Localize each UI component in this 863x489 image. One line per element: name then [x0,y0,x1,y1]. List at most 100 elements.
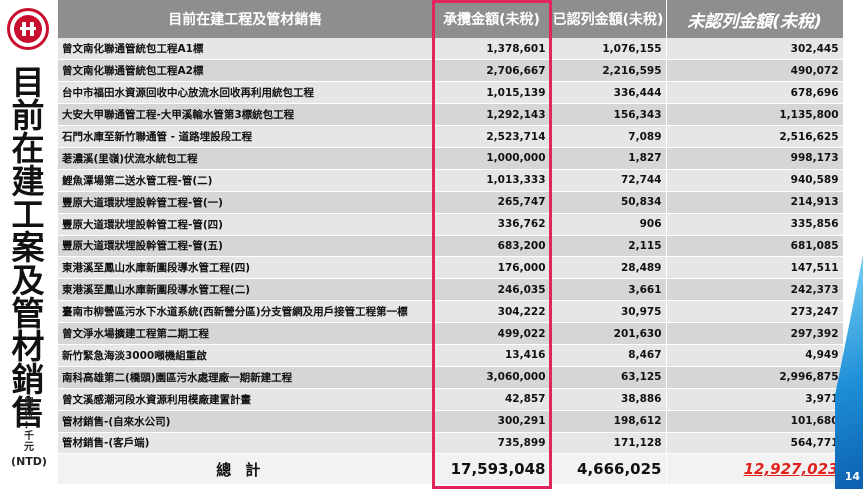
unrecognized-amount-cell: 242,373 [666,278,844,302]
table-row: 東港溪至鳳山水庫新圍段導水管工程(四) 176,000 28,489 147,511 [58,256,844,280]
recognized-amount-cell: 38,886 [550,388,667,411]
project-name-cell: 大安大甲聯通管工程-大甲溪輸水管第3標統包工程 [58,103,434,127]
contract-amount-cell: 246,035 [433,278,551,302]
project-name-cell: 曾文南化聯通管統包工程A1標 [58,38,434,61]
unrecognized-amount-cell: 490,072 [666,59,844,83]
recognized-amount-cell: 336,444 [550,81,667,105]
recognized-amount-cell: 30,975 [550,300,667,324]
contract-amount-cell: 735,899 [433,432,551,455]
page-number: 14 [844,470,860,483]
unit-char: 元 [24,442,34,453]
unrecognized-amount-cell: 2,516,625 [666,125,844,148]
contract-amount-cell: 13,416 [433,344,551,367]
recognized-amount-cell: 906 [550,213,667,236]
recognized-amount-cell: 28,489 [550,256,667,280]
contract-amount-cell: 2,706,667 [433,59,551,83]
table-row: 鯉魚潭場第二送水管工程-管(二) 1,013,333 72,744 940,589 [58,169,844,192]
recognized-amount-cell: 63,125 [550,366,667,389]
table-row: 曾文南化聯通管統包工程A2標 2,706,667 2,216,595 490,072 [58,59,844,83]
unit-label: 單位：千元 (NTD) [8,398,50,467]
title-char: 目 [11,63,45,102]
unrecognized-amount-cell: 273,247 [666,300,844,324]
table-row: 臺南市柳營區污水下水道系統(西新營分區)分支管網及用戶接管工程第一標 304,22… [58,300,844,324]
project-name-cell: 石門水庫至新竹聯通管 - 道路埋設段工程 [58,125,434,148]
unit-char: ： [24,420,34,431]
unit-char: 單 [24,398,34,409]
total-contract: 17,593,048 [433,453,551,486]
title-char: 材 [11,327,45,366]
contract-amount-cell: 42,857 [433,388,551,411]
header-project-name: 目前在建工程及管材銷售 [58,0,434,38]
unrecognized-amount-cell: 297,392 [666,322,844,345]
table-row: 曾文南化聯通管統包工程A1標 1,378,601 1,076,155 302,445 [58,38,844,61]
contract-amount-cell: 304,222 [433,300,551,324]
contract-amount-cell: 2,523,714 [433,125,551,148]
logo-mark-icon [14,15,42,43]
recognized-amount-cell: 7,089 [550,125,667,148]
title-char: 工 [11,195,45,234]
title-char: 案 [11,228,45,267]
table-row: 東港溪至鳳山水庫新圍段導水管工程(二) 246,035 3,661 242,373 [58,278,844,302]
unrecognized-amount-cell: 147,511 [666,256,844,280]
table-row: 新竹緊急海淡3000噸機組重啟 13,416 8,467 4,949 [58,344,844,367]
contract-amount-cell: 1,292,143 [433,103,551,127]
title-char: 在 [11,129,45,168]
recognized-amount-cell: 156,343 [550,103,667,127]
unrecognized-amount-cell: 101,680 [666,410,844,433]
project-name-cell: 南科高雄第二(橋頭)園區污水處理廠一期新建工程 [58,366,434,389]
projects-table-wrap: 目前在建工程及管材銷售 承攬金額(未稅) 已認列金額(未稅) 未認列金額(未稅)… [58,0,844,486]
project-name-cell: 豐原大道環狀埋設幹管工程-管(四) [58,213,434,236]
recognized-amount-cell: 201,630 [550,322,667,345]
vertical-title: 目前在建工案及管材銷售 [6,66,50,429]
recognized-amount-cell: 1,827 [550,147,667,170]
table-row: 石門水庫至新竹聯通管 - 道路埋設段工程 2,523,714 7,089 2,516,… [58,125,844,148]
table-row: 豐原大道環狀埋設幹管工程-管(五) 683,200 2,115 681,085 [58,235,844,258]
header-unrecognized-amount: 未認列金額(未稅) [666,0,844,38]
unrecognized-amount-cell: 940,589 [666,169,844,192]
project-name-cell: 曾文南化聯通管統包工程A2標 [58,59,434,83]
title-char: 及 [11,261,45,300]
unit-char: 千 [24,431,34,442]
unrecognized-amount-cell: 302,445 [666,38,844,61]
project-name-cell: 台中市福田水資源回收中心放流水回收再利用統包工程 [58,81,434,105]
title-char: 前 [11,96,45,135]
unrecognized-amount-cell: 2,996,875 [666,366,844,389]
table-row: 豐原大道環狀埋設幹管工程-管(四) 336,762 906 335,856 [58,213,844,236]
unrecognized-amount-cell: 681,085 [666,235,844,258]
contract-amount-cell: 499,022 [433,322,551,345]
contract-amount-cell: 265,747 [433,191,551,214]
header-recognized-amount: 已認列金額(未稅) [550,0,667,38]
unrecognized-amount-cell: 564,771 [666,432,844,455]
table-row: 曾文淨水場擴建工程第二期工程 499,022 201,630 297,392 [58,322,844,345]
projects-table: 目前在建工程及管材銷售 承攬金額(未稅) 已認列金額(未稅) 未認列金額(未稅)… [58,0,844,486]
project-name-cell: 荖濃溪(里嶺)伏流水統包工程 [58,147,434,170]
recognized-amount-cell: 171,128 [550,432,667,455]
recognized-amount-cell: 72,744 [550,169,667,192]
table-header-row: 目前在建工程及管材銷售 承攬金額(未稅) 已認列金額(未稅) 未認列金額(未稅) [58,0,844,38]
total-recognized: 4,666,025 [550,453,667,486]
unrecognized-amount-cell: 335,856 [666,213,844,236]
table-row: 管材銷售-(自來水公司) 300,291 198,612 101,680 [58,410,844,433]
title-char: 銷 [11,360,45,399]
unrecognized-amount-cell: 4,949 [666,344,844,367]
project-name-cell: 管材銷售-(客戶端) [58,432,434,455]
recognized-amount-cell: 3,661 [550,278,667,302]
project-name-cell: 管材銷售-(自來水公司) [58,410,434,433]
company-logo [7,8,49,50]
unit-char: 位 [24,409,34,420]
recognized-amount-cell: 50,834 [550,191,667,214]
contract-amount-cell: 1,013,333 [433,169,551,192]
project-name-cell: 臺南市柳營區污水下水道系統(西新營分區)分支管網及用戶接管工程第一標 [58,300,434,324]
table-row: 豐原大道環狀埋設幹管工程-管(一) 265,747 50,834 214,913 [58,191,844,214]
left-strip: 目前在建工案及管材銷售 單位：千元 (NTD) [0,0,58,489]
unrecognized-amount-cell: 678,696 [666,81,844,105]
table-row: 南科高雄第二(橋頭)園區污水處理廠一期新建工程 3,060,000 63,125 2,… [58,366,844,389]
contract-amount-cell: 300,291 [433,410,551,433]
project-name-cell: 東港溪至鳳山水庫新圍段導水管工程(二) [58,278,434,302]
header-contract-amount: 承攬金額(未稅) [433,0,551,38]
recognized-amount-cell: 2,115 [550,235,667,258]
total-label: 總計 [58,453,434,486]
project-name-cell: 豐原大道環狀埋設幹管工程-管(五) [58,235,434,258]
project-name-cell: 豐原大道環狀埋設幹管工程-管(一) [58,191,434,214]
unrecognized-amount-cell: 214,913 [666,191,844,214]
